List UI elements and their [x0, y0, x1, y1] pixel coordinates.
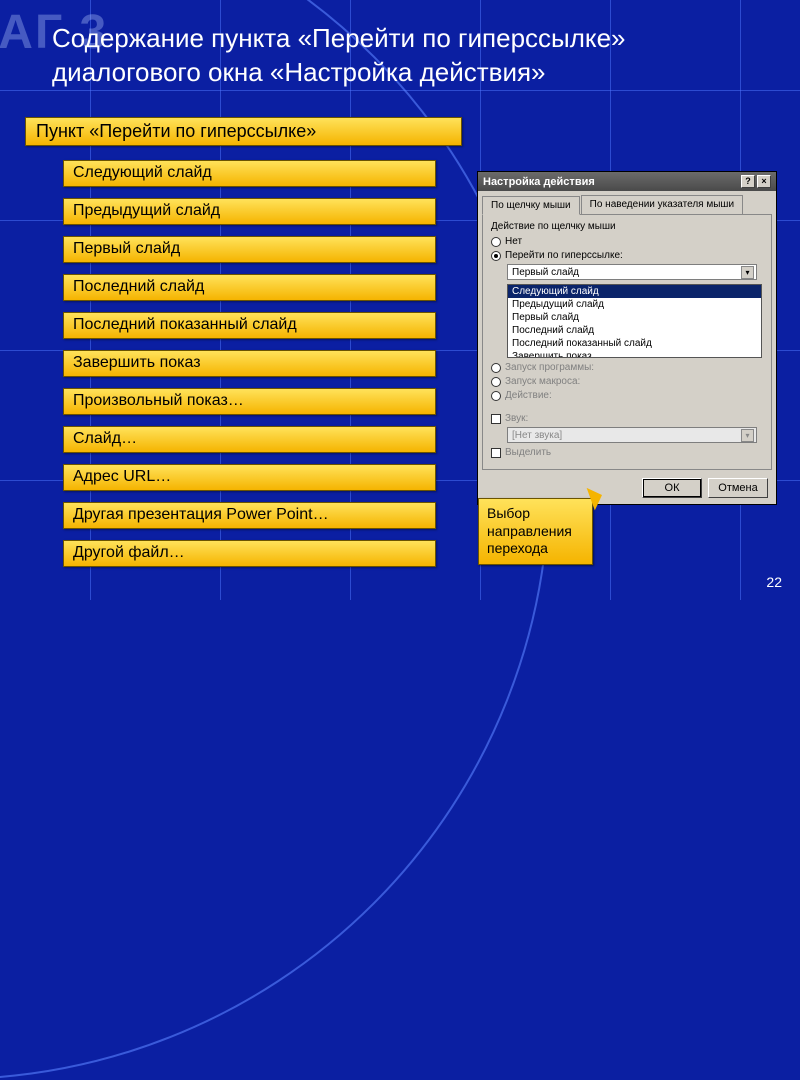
list-item: Адрес URL…	[63, 464, 436, 491]
title-line-2: диалогового окна «Настройка действия»	[52, 57, 546, 87]
close-button[interactable]: ×	[757, 175, 771, 188]
main-item: Пункт «Перейти по гиперссылке»	[25, 117, 462, 146]
radio-program[interactable]: Запуск программы:	[491, 362, 763, 373]
dropdown-value: [Нет звука]	[512, 430, 562, 441]
radio-icon	[491, 391, 501, 401]
radio-none[interactable]: Нет	[491, 236, 763, 247]
checkbox-label: Звук:	[505, 413, 528, 424]
list-item: Завершить показ	[63, 350, 436, 377]
hyperlink-dropdown[interactable]: Первый слайд ▾	[507, 264, 757, 280]
checkbox-label: Выделить	[505, 447, 551, 458]
dropdown-value: Первый слайд	[512, 267, 579, 278]
callout-note: Выбор направления перехода	[478, 498, 593, 565]
checkbox-icon	[491, 448, 501, 458]
radio-label: Запуск программы:	[505, 362, 594, 373]
radio-hyperlink[interactable]: Перейти по гиперссылке:	[491, 250, 763, 261]
list-item: Произвольный показ…	[63, 388, 436, 415]
page-number: 22	[766, 574, 782, 590]
action-settings-dialog: Настройка действия ? × По щелчку мыши По…	[477, 171, 777, 505]
listbox-option[interactable]: Последний слайд	[508, 324, 761, 337]
listbox-option[interactable]: Первый слайд	[508, 311, 761, 324]
group-label: Действие по щелчку мыши	[491, 221, 763, 232]
radio-icon	[491, 237, 501, 247]
dialog-pane: Действие по щелчку мыши Нет Перейти по г…	[482, 214, 772, 470]
dialog-title: Настройка действия	[483, 176, 595, 188]
radio-macro: Запуск макроса:	[491, 376, 763, 387]
help-button[interactable]: ?	[741, 175, 755, 188]
hyperlink-listbox[interactable]: Следующий слайд Предыдущий слайд Первый …	[507, 284, 762, 358]
chevron-down-icon: ▾	[741, 429, 754, 442]
list-item: Слайд…	[63, 426, 436, 453]
radio-label: Запуск макроса:	[505, 376, 580, 387]
tab-click[interactable]: По щелчку мыши	[482, 196, 580, 215]
list-item: Другая презентация Power Point…	[63, 502, 436, 529]
tab-hover[interactable]: По наведении указателя мыши	[581, 195, 743, 214]
cancel-button[interactable]: Отмена	[708, 478, 768, 498]
hyperlink-options-list: Следующий слайд Предыдущий слайд Первый …	[63, 160, 436, 578]
radio-label: Перейти по гиперссылке:	[505, 250, 623, 261]
listbox-option[interactable]: Последний показанный слайд	[508, 337, 761, 350]
sound-dropdown: [Нет звука] ▾	[507, 427, 757, 443]
chevron-down-icon: ▾	[741, 266, 754, 279]
dialog-tabs: По щелчку мыши По наведении указателя мы…	[478, 191, 776, 214]
radio-icon	[491, 377, 501, 387]
radio-icon	[491, 363, 501, 373]
listbox-option[interactable]: Завершить показ	[508, 350, 761, 358]
radio-label: Нет	[505, 236, 522, 247]
list-item: Последний показанный слайд	[63, 312, 436, 339]
listbox-option[interactable]: Следующий слайд	[508, 285, 761, 298]
dialog-titlebar: Настройка действия ? ×	[478, 172, 776, 191]
slide-title: Содержание пункта «Перейти по гиперссылк…	[52, 22, 752, 90]
checkbox-sound[interactable]: Звук:	[491, 413, 763, 424]
checkbox-icon	[491, 414, 501, 424]
radio-icon	[491, 251, 501, 261]
list-item: Другой файл…	[63, 540, 436, 567]
ok-button[interactable]: ОК	[642, 478, 702, 498]
listbox-option[interactable]: Предыдущий слайд	[508, 298, 761, 311]
list-item: Предыдущий слайд	[63, 198, 436, 225]
list-item: Первый слайд	[63, 236, 436, 263]
list-item: Следующий слайд	[63, 160, 436, 187]
title-line-1: Содержание пункта «Перейти по гиперссылк…	[52, 23, 626, 53]
list-item: Последний слайд	[63, 274, 436, 301]
radio-action: Действие:	[491, 390, 763, 401]
checkbox-highlight[interactable]: Выделить	[491, 447, 763, 458]
radio-label: Действие:	[505, 390, 552, 401]
